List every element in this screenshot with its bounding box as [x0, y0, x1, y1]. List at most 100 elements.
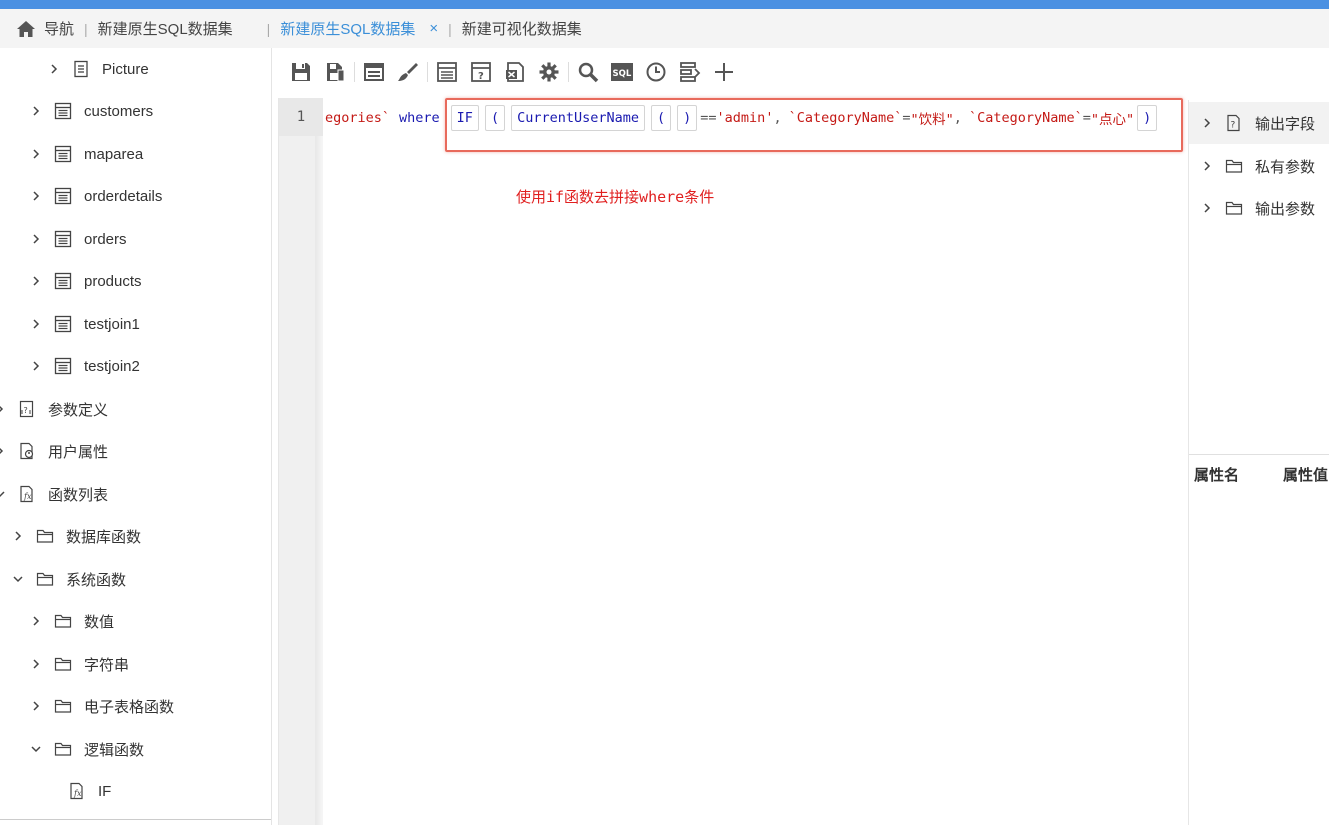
chevron-right-icon[interactable]	[30, 700, 42, 712]
export-button[interactable]	[503, 60, 527, 84]
tree-item-numeric[interactable]: 数值	[30, 600, 114, 642]
chevron-right-icon[interactable]	[30, 360, 42, 372]
tree-item-system-functions[interactable]: 系统函数	[12, 558, 126, 600]
tree-item-function-list[interactable]: fx 函数列表	[0, 473, 108, 515]
tree-item-orderdetails[interactable]: orderdetails	[30, 175, 162, 217]
chevron-right-icon[interactable]	[0, 403, 6, 415]
tab-home-label: 导航	[44, 21, 75, 38]
chevron-right-icon[interactable]	[0, 445, 6, 457]
tree-item-picture[interactable]: Picture	[48, 48, 149, 90]
tree-item-label: 输出参数	[1255, 200, 1316, 218]
param-icon: ?	[19, 400, 34, 418]
layout-button[interactable]	[362, 60, 386, 84]
code-where-keyword: where	[399, 110, 440, 126]
tree-item-label: products	[84, 272, 142, 290]
annotation-text: 使用if函数去拼接where条件	[516, 188, 715, 206]
chevron-right-icon[interactable]	[30, 275, 42, 287]
tree-item-label: 数据库函数	[66, 528, 142, 546]
add-button[interactable]	[712, 60, 736, 84]
tree-item-logic-functions[interactable]: 逻辑函数	[30, 728, 144, 770]
resource-tree: Picture customers maparea orderdetails o…	[0, 48, 272, 825]
save-button[interactable]	[289, 60, 313, 84]
property-table-header: 属性名 属性值	[1189, 459, 1329, 489]
settings-button[interactable]	[537, 60, 561, 84]
tree-item-db-functions[interactable]: 数据库函数	[12, 515, 141, 557]
tree-item-label: 系统函数	[66, 571, 127, 589]
tree-item-label: 私有参数	[1255, 158, 1316, 176]
search-icon	[578, 62, 599, 83]
tree-item-label: customers	[84, 102, 154, 120]
tree-item-param-definitions[interactable]: ? 参数定义	[0, 388, 108, 430]
chevron-right-icon[interactable]	[30, 615, 42, 627]
tree-item-maparea[interactable]: maparea	[30, 133, 143, 175]
tree-item-testjoin2[interactable]: testjoin2	[30, 345, 140, 387]
chevron-right-icon[interactable]	[30, 318, 42, 330]
chevron-right-icon[interactable]	[30, 105, 42, 117]
folder-icon	[1225, 201, 1243, 215]
chevron-right-icon[interactable]	[48, 63, 60, 75]
chevron-right-icon[interactable]	[1201, 202, 1213, 214]
chevron-right-icon[interactable]	[30, 233, 42, 245]
tab-sql-dataset-2[interactable]: 新建原生SQL数据集 × |	[280, 9, 461, 48]
document-icon	[74, 60, 88, 78]
table-view-button[interactable]	[435, 60, 459, 84]
schedule-button[interactable]	[644, 60, 668, 84]
tree-item-products[interactable]: products	[30, 260, 142, 302]
chevron-right-icon[interactable]	[30, 190, 42, 202]
tab-close-icon[interactable]: ×	[429, 20, 438, 37]
clock-icon	[646, 62, 666, 82]
tree-item-label: 字符串	[84, 656, 130, 674]
tree-item-spreadsheet-functions[interactable]: 电子表格函数	[30, 685, 174, 727]
tree-item-label: orderdetails	[84, 187, 163, 205]
chevron-right-icon[interactable]	[12, 530, 24, 542]
add-icon	[715, 63, 733, 81]
tab-label: 新建原生SQL数据集	[280, 21, 416, 38]
sql-preview-button[interactable]: SQL	[610, 60, 634, 84]
save-as-button[interactable]	[323, 60, 347, 84]
tree-item-output-fields[interactable]: ? 输出字段	[1189, 102, 1329, 144]
tree-item-output-params[interactable]: 输出参数	[1201, 187, 1315, 229]
tree-item-customers[interactable]: customers	[30, 90, 153, 132]
chevron-down-icon[interactable]	[30, 743, 42, 755]
export-icon	[506, 62, 524, 82]
sql-editor[interactable]: 1 egories` where IF ( CurrentUserName ( …	[278, 98, 1183, 825]
tree-item-label: 函数列表	[48, 486, 109, 504]
tree-item-if-function[interactable]: fx IF	[68, 770, 111, 812]
tree-item-user-attributes[interactable]: 用户属性	[0, 430, 108, 472]
tree-item-label: 用户属性	[48, 443, 109, 461]
output-panel: ? 输出字段 私有参数 输出参数 属性名 属性值	[1188, 100, 1329, 825]
sql-icon-text: SQL	[613, 69, 632, 79]
save-icon	[292, 63, 310, 81]
chevron-right-icon[interactable]	[1201, 117, 1213, 129]
code-table-fragment: egories`	[325, 110, 391, 126]
tree-item-testjoin1[interactable]: testjoin1	[30, 303, 140, 345]
tree-item-label: testjoin1	[84, 315, 140, 333]
chevron-down-icon[interactable]	[12, 573, 24, 585]
chevron-right-icon[interactable]	[30, 148, 42, 160]
tree-item-orders[interactable]: orders	[30, 218, 127, 260]
param-view-icon: ?	[471, 62, 491, 82]
chevron-down-icon[interactable]	[0, 488, 6, 500]
param-view-button[interactable]: ?	[469, 60, 493, 84]
chevron-right-icon[interactable]	[1201, 160, 1213, 172]
tab-sql-dataset-1[interactable]: 新建原生SQL数据集 |	[98, 9, 281, 48]
filter-button[interactable]	[678, 60, 702, 84]
table-icon	[54, 272, 72, 290]
format-button[interactable]	[396, 60, 420, 84]
tree-item-private-params[interactable]: 私有参数	[1201, 145, 1315, 187]
tab-visual-dataset[interactable]: 新建可视化数据集	[462, 9, 582, 48]
table-icon	[54, 187, 72, 205]
tree-item-string[interactable]: 字符串	[30, 643, 129, 685]
tree-item-label: maparea	[84, 145, 144, 163]
horizontal-scrollbar[interactable]	[0, 819, 271, 825]
brush-icon	[398, 63, 418, 81]
search-button[interactable]	[576, 60, 600, 84]
prop-name-header: 属性名	[1194, 466, 1240, 484]
svg-text:?: ?	[478, 71, 484, 82]
chevron-right-icon[interactable]	[30, 658, 42, 670]
svg-text:fx: fx	[73, 789, 82, 798]
tab-home[interactable]: 导航 |	[0, 9, 98, 48]
folder-icon	[36, 572, 54, 586]
settings-icon	[539, 62, 559, 82]
tree-item-label: Picture	[102, 60, 149, 78]
